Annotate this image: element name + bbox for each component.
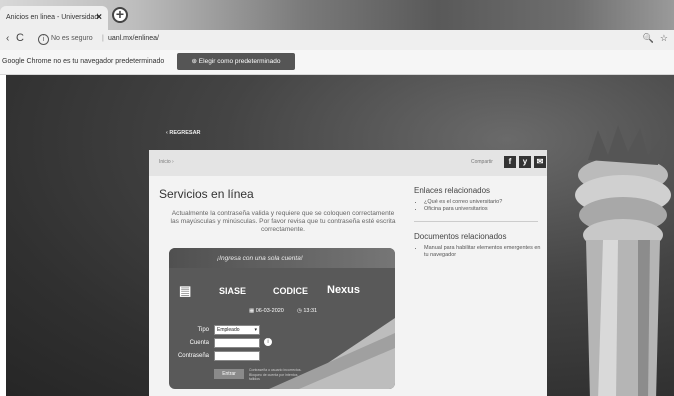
twitter-icon[interactable]: y [519,156,531,168]
password-input[interactable] [214,351,260,361]
set-default-label: Elegir como predeterminado [198,58,281,65]
share-label: Compartir [471,159,493,165]
infobar-message: Google Chrome no es tu navegador predete… [2,58,165,65]
facebook-icon[interactable]: f [504,156,516,168]
address-bar: ‹ C i No es seguro | uanl.mx/enlinea/ 🔍 … [0,30,674,50]
login-box: ¡Ingresa con una sola cuenta! ▤ SIASE CO… [169,248,395,389]
tipo-label: Tipo [197,327,209,333]
tipo-select-value: Empleado [217,327,240,333]
sidebar: Enlaces relacionados ¿Qué es el correo u… [414,186,544,259]
related-link-item[interactable]: Oficina para universitarios [424,206,544,213]
tab-title: Anicios en linea - Universidad [6,14,99,21]
bookmark-star-icon[interactable]: ☆ [660,33,668,44]
related-docs-list: Manual para habilitar elementos emergent… [414,245,544,259]
date-label: ▦ 06-03-2020 [249,308,284,314]
related-links-title: Enlaces relacionados [414,186,491,195]
url-field[interactable]: uanl.mx/enlinea/ [108,35,159,42]
reload-icon[interactable]: C [16,32,24,44]
zoom-icon[interactable]: 🔍 [643,33,654,44]
related-links-list: ¿Qué es el correo universitario? Oficina… [414,199,544,213]
calendar-icon: ▦ [249,308,256,314]
related-doc-item[interactable]: Manual para habilitar elementos emergent… [424,245,544,259]
related-link-item[interactable]: ¿Qué es el correo universitario? [424,199,544,206]
sidebar-divider [414,221,538,222]
back-link[interactable]: ‹ REGRESAR [166,130,201,136]
nexus-logo: Nexus [327,284,361,296]
info-icon[interactable]: i [264,338,272,346]
cuenta-label: Cuenta [189,340,209,346]
tipo-select[interactable]: Empleado ▾ [214,325,260,335]
password-notice: Actualmente la contraseña valida y requi… [170,210,396,233]
page-title: Servicios en línea [159,187,254,201]
time-value: 13:31 [303,308,318,314]
tower-image [575,125,671,396]
breadcrumb[interactable]: Inicio › [159,159,174,165]
cuenta-input[interactable] [214,338,260,348]
url-separator: | [102,35,104,42]
page-background: ‹ REGRESAR Inicio › Compartir f y ✉ Serv… [6,75,674,396]
time-label: ◷ 13:31 [297,308,317,314]
set-default-button[interactable]: ⊛ Elegir como predeterminado [177,53,295,70]
back-icon[interactable]: ‹ [6,33,9,44]
chrome-icon: ⊛ [191,58,199,65]
related-docs-title: Documentos relacionados [414,232,507,241]
service-logos: ▤ SIASE CODICE Nexus [177,281,395,301]
enter-button[interactable]: Entrar [214,369,244,379]
security-indicator[interactable]: No es seguro [51,35,93,42]
password-label: Contraseña [177,353,209,359]
tab-strip: Anicios en linea - Universidad × + [0,0,674,30]
mail-icon[interactable]: ✉ [534,156,546,168]
uanl-logo-icon: ▤ [179,283,192,298]
login-hint: Contraseña o usuario incorrectos. Bloque… [249,368,302,381]
services-card: Inicio › Compartir f y ✉ Servicios en lí… [149,150,547,396]
login-tagline: ¡Ingresa con una sola cuenta! [217,255,303,262]
breadcrumb-bar: Inicio › Compartir f y ✉ [149,150,547,176]
new-tab-icon[interactable]: + [112,7,128,23]
browser-tab[interactable]: Anicios en linea - Universidad × [0,6,108,30]
siase-logo: SIASE [219,286,247,296]
codice-logo: CODICE [273,286,309,296]
date-value: 06-03-2020 [255,308,284,314]
default-browser-infobar: Google Chrome no es tu navegador predete… [0,50,674,75]
chevron-down-icon: ▾ [254,327,257,333]
tab-close-icon[interactable]: × [96,12,102,23]
info-icon[interactable]: i [38,34,49,45]
